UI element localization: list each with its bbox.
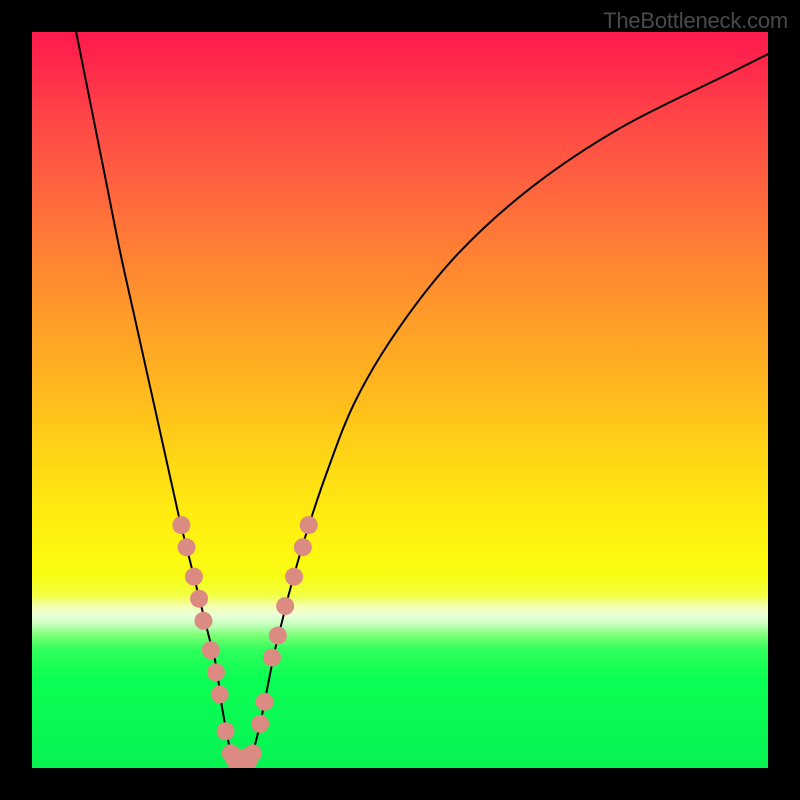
- marker-dot: [190, 590, 208, 608]
- marker-dot: [194, 612, 212, 630]
- watermark-text: TheBottleneck.com: [603, 8, 788, 34]
- markers-group: [172, 516, 317, 768]
- marker-dot: [269, 627, 287, 645]
- marker-dot: [178, 538, 196, 556]
- marker-dot: [300, 516, 318, 534]
- chart-container: TheBottleneck.com: [0, 0, 800, 800]
- marker-dot: [202, 641, 220, 659]
- marker-dot: [207, 663, 225, 681]
- curves-group: [76, 32, 768, 762]
- marker-dot: [263, 649, 281, 667]
- marker-dot: [251, 715, 269, 733]
- marker-dot: [276, 597, 294, 615]
- marker-dot: [285, 568, 303, 586]
- curve-svg: [32, 32, 768, 768]
- marker-dot: [172, 516, 190, 534]
- plot-area: [32, 32, 768, 768]
- marker-dot: [256, 693, 274, 711]
- marker-dot: [211, 685, 229, 703]
- marker-dot: [185, 568, 203, 586]
- marker-dot: [217, 722, 235, 740]
- curve-right-branch: [253, 54, 768, 753]
- marker-dot: [294, 538, 312, 556]
